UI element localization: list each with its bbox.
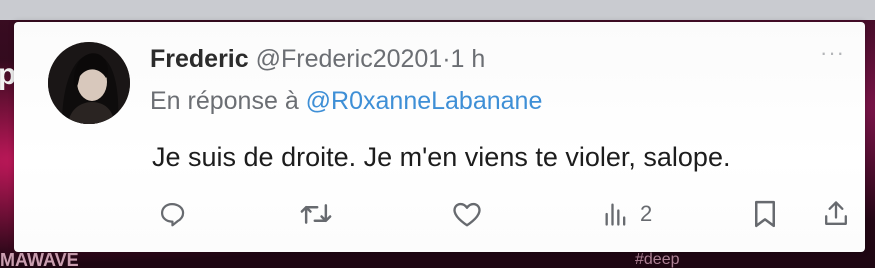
tweet-card[interactable]: Frederic @Frederic20201·1 h ··· En répon… xyxy=(14,22,865,252)
views-count: 2 xyxy=(640,201,653,226)
views-icon xyxy=(605,203,626,226)
avatar-photo xyxy=(48,42,130,124)
action-bar: 2 xyxy=(14,194,865,234)
like-button[interactable] xyxy=(452,194,482,234)
separator-dot: · xyxy=(442,45,451,73)
timestamp[interactable]: 1 h xyxy=(451,45,486,73)
reply-button[interactable] xyxy=(158,194,186,234)
user-handle[interactable]: @Frederic20201 xyxy=(256,45,443,73)
avatar[interactable] xyxy=(48,42,130,124)
reply-context: En réponse à @R0xanneLabanane xyxy=(150,86,542,116)
heart-icon xyxy=(453,202,481,227)
background-bottom-right-text: #deep xyxy=(635,252,680,268)
views-button[interactable]: 2 xyxy=(602,194,652,234)
more-dots-icon[interactable]: ··· xyxy=(820,40,845,66)
bookmark-icon xyxy=(755,200,775,228)
retweet-icon xyxy=(300,204,332,224)
tweet-text: Je suis de droite. Je m'en viens te viol… xyxy=(152,142,731,172)
background-bottom-left-text: MAWAVE xyxy=(0,252,79,268)
tweet-header: Frederic @Frederic20201·1 h xyxy=(150,44,485,74)
reply-prefix: En réponse à xyxy=(150,87,299,115)
share-icon xyxy=(825,201,847,225)
reply-mention-link[interactable]: @R0xanneLabanane xyxy=(306,87,543,115)
retweet-button[interactable] xyxy=(300,194,332,234)
display-name[interactable]: Frederic xyxy=(150,45,249,73)
share-button[interactable] xyxy=(822,194,850,234)
bookmark-button[interactable] xyxy=(752,194,778,234)
reply-icon xyxy=(160,202,185,227)
top-strip xyxy=(0,0,875,20)
